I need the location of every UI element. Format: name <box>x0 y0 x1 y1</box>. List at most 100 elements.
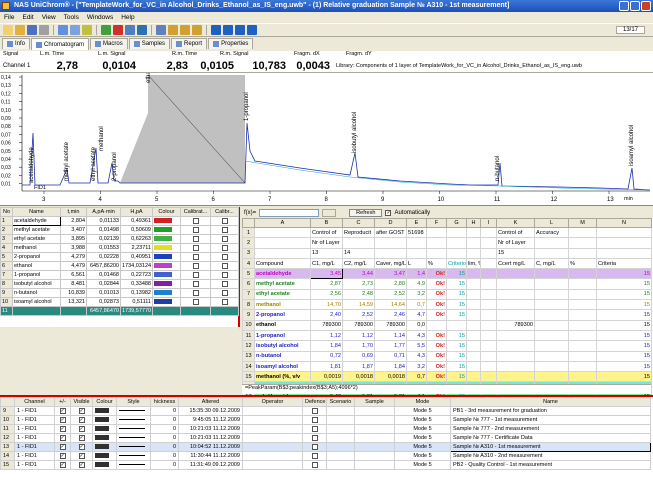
sheet-cell[interactable] <box>480 309 497 321</box>
sheet-cell[interactable]: 4,3 <box>406 329 427 342</box>
sheet-cell[interactable] <box>446 319 467 331</box>
calibrat-cell[interactable] <box>180 234 211 244</box>
tab-chromatogram[interactable]: Chromatogram <box>31 38 90 50</box>
calibr-cell[interactable] <box>210 297 239 307</box>
calibrat-checkbox[interactable] <box>192 244 199 251</box>
sheet-cell[interactable] <box>374 237 407 249</box>
sheet-cell[interactable] <box>466 288 481 301</box>
sheet-cell[interactable]: 14,59 <box>342 299 375 311</box>
spreadsheet[interactable]: ABCDEFGHIKLMN 1 Control of Reproducit after… <box>242 218 652 404</box>
sheet-cell[interactable] <box>496 299 535 311</box>
close-button[interactable] <box>641 1 651 11</box>
calibr-checkbox[interactable] <box>221 226 228 233</box>
sheet-cell[interactable] <box>426 247 447 259</box>
calibr-checkbox[interactable] <box>221 271 228 278</box>
sheet-cell[interactable] <box>568 360 597 373</box>
cut-icon[interactable] <box>58 25 68 35</box>
calibrat-cell[interactable] <box>180 261 211 271</box>
sheet-cell[interactable]: 15 <box>596 340 652 352</box>
sheet-cell[interactable] <box>496 268 535 280</box>
sheet-cell[interactable]: 1,14 <box>374 329 407 342</box>
measurement-row[interactable]: 13 1 - FID1 ✓ ✓ 0 10:04:52 11.12.2009 Mode 5 Sa… <box>0 442 651 452</box>
sheet-col-header[interactable]: G <box>446 218 467 228</box>
component-colour-cell[interactable] <box>152 297 181 307</box>
visible-checkbox[interactable]: ✓ <box>78 425 85 432</box>
sheet-cell[interactable]: 3,2 <box>406 288 427 301</box>
meas-thickness[interactable]: 0 <box>150 433 179 443</box>
sheet-cell[interactable]: 15 <box>596 268 652 280</box>
sheet-cell[interactable]: 1,12 <box>310 329 343 342</box>
component-name[interactable]: ethanol <box>12 261 61 271</box>
sheet-cell[interactable] <box>496 360 535 373</box>
sheet-cell[interactable]: isoamyl alcohol <box>254 360 311 373</box>
sheet-col-header[interactable] <box>242 218 255 228</box>
sheet-cell[interactable] <box>480 299 497 311</box>
sheet-cell[interactable] <box>466 319 481 331</box>
tab-samples[interactable]: Samples <box>128 38 171 49</box>
sheet-cell[interactable] <box>446 237 467 249</box>
sheet-cell[interactable] <box>466 247 481 259</box>
component-name[interactable]: methyl acetate <box>12 225 61 235</box>
sheet-cell[interactable]: methyl acetate <box>254 278 311 290</box>
sheet-cell[interactable] <box>568 329 597 342</box>
meas-thickness[interactable]: 0 <box>150 415 179 425</box>
sheet-cell[interactable] <box>426 319 447 331</box>
arrow-icon[interactable] <box>137 25 147 35</box>
sheet-cell[interactable]: Ok! <box>426 288 447 301</box>
calibrat-checkbox[interactable] <box>192 253 199 260</box>
component-row[interactable]: 2 methyl acetate 3,407 0,01498 0,50609 <box>0 225 239 235</box>
sheet-cell[interactable]: Control of <box>496 226 535 239</box>
plusminus-checkbox[interactable]: ✓ <box>59 425 66 432</box>
sheet-cell[interactable] <box>534 350 569 362</box>
calibr-checkbox[interactable] <box>221 262 228 269</box>
sheet-cell[interactable] <box>374 247 407 259</box>
integrate-icon[interactable] <box>168 25 178 35</box>
component-colour-cell[interactable] <box>152 261 181 271</box>
sheet-cell[interactable] <box>446 226 467 239</box>
defence-cell[interactable] <box>302 433 327 443</box>
visible-cell[interactable]: ✓ <box>70 442 93 452</box>
sheet-cell[interactable] <box>568 226 597 239</box>
sheet-cell[interactable]: Compound <box>254 257 311 270</box>
visible-cell[interactable]: ✓ <box>70 415 93 425</box>
play-icon[interactable] <box>101 25 111 35</box>
meas-col-header[interactable] <box>0 397 15 407</box>
sheet-cell[interactable] <box>496 278 535 290</box>
sheet-cell[interactable]: Ok! <box>426 340 447 352</box>
sheet-cell[interactable]: Criterio <box>446 257 467 270</box>
defence-cell[interactable] <box>302 415 327 425</box>
menu-file[interactable]: File <box>4 12 14 23</box>
sheet-cell[interactable]: ethyl acetate <box>254 288 311 301</box>
sheet-cell[interactable]: 1,4 <box>406 268 427 280</box>
sheet-cell[interactable]: 1,84 <box>310 340 343 352</box>
component-row[interactable]: 4 methanol 3,988 0,01553 2,23711 <box>0 243 239 253</box>
calibrat-checkbox[interactable] <box>192 298 199 305</box>
sheet-cell[interactable]: 15 <box>446 288 467 301</box>
next-icon[interactable] <box>235 25 245 35</box>
sheet-cell[interactable]: 789300 <box>374 319 407 331</box>
plusminus-checkbox[interactable]: ✓ <box>59 434 66 441</box>
sheet-cell[interactable]: 15 <box>596 360 652 373</box>
sheet-cell[interactable]: Ok! <box>426 350 447 362</box>
sheet-cell[interactable]: 1,87 <box>342 360 375 373</box>
sheet-cell[interactable] <box>480 247 497 259</box>
component-colour-cell[interactable] <box>152 225 181 235</box>
component-colour-cell[interactable] <box>152 234 181 244</box>
sheet-cell[interactable]: % <box>568 257 597 270</box>
defence-cell[interactable] <box>302 406 327 416</box>
sheet-cell[interactable] <box>534 319 569 331</box>
sheet-cell[interactable] <box>446 247 467 259</box>
sheet-cell[interactable]: Ok! <box>426 278 447 290</box>
defence-checkbox[interactable] <box>311 407 318 414</box>
sheet-cell[interactable] <box>480 350 497 362</box>
component-colour-cell[interactable] <box>152 243 181 253</box>
sheet-cell[interactable] <box>534 288 569 301</box>
sheet-col-header[interactable]: L <box>534 218 569 228</box>
print-icon[interactable] <box>39 25 49 35</box>
sheet-cell[interactable] <box>568 247 597 259</box>
component-name[interactable]: 2-propanol <box>12 252 61 262</box>
sheet-cell[interactable] <box>568 371 597 383</box>
sheet-cell[interactable]: Ok! <box>426 268 447 280</box>
tab-report[interactable]: Report <box>171 38 208 49</box>
col-calibr[interactable]: Calibr... <box>210 207 239 217</box>
